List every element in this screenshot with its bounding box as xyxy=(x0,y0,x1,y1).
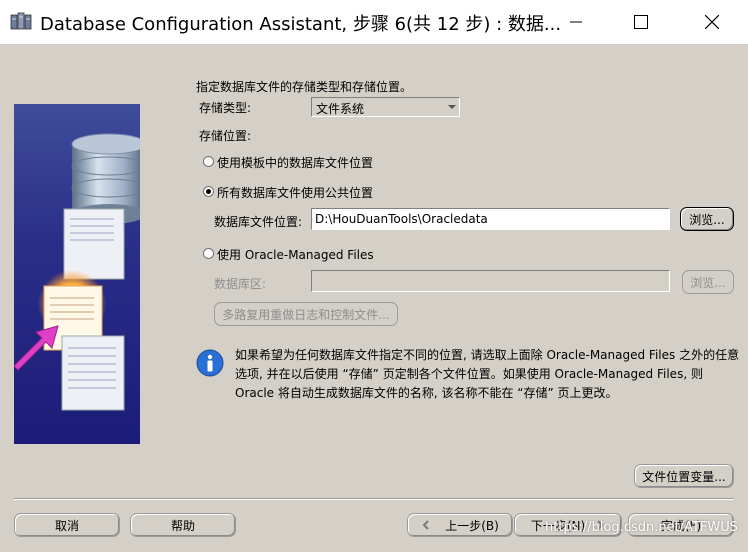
window-title: Database Configuration Assistant, 步骤 6(共… xyxy=(40,14,562,35)
wizard-illustration xyxy=(14,104,140,444)
browse-button[interactable]: 浏览... xyxy=(680,207,734,231)
radio-template-locations[interactable] xyxy=(203,156,214,167)
browse-disabled-button[interactable]: 浏览... xyxy=(682,270,734,294)
footer-separator xyxy=(14,498,734,500)
multiplex-redo-logs-button[interactable]: 多路复用重做日志和控制文件... xyxy=(214,302,398,326)
file-location-variables-button[interactable]: 文件位置变量... xyxy=(634,464,734,488)
storage-location-label: 存储位置: xyxy=(199,129,252,143)
dropdown-arrow-icon xyxy=(448,105,456,109)
db-file-location-label: 数据库文件位置: xyxy=(214,215,303,229)
option-oracle-managed-label[interactable]: 使用 Oracle-Managed Files xyxy=(217,246,374,263)
radio-selected-dot xyxy=(206,189,211,194)
info-line-1: 如果希望为任何数据库文件指定不同的位置, 请选取上面除 Oracle-Manag… xyxy=(235,348,740,362)
watermark-text: https://blog.csdn.net/ATFWUS xyxy=(545,520,738,535)
minimize-button[interactable] xyxy=(553,0,599,44)
db-area-label: 数据库区: xyxy=(214,277,267,291)
option-template-locations-label[interactable]: 使用模板中的数据库文件位置 xyxy=(217,154,373,171)
info-message: 如果希望为任何数据库文件指定不同的位置, 请选取上面除 Oracle-Manag… xyxy=(235,346,740,403)
cancel-button[interactable]: 取消 xyxy=(14,513,120,537)
info-line-3: Oracle 将自动生成数据库文件的名称, 该名称不能在 “存储” 页上更改。 xyxy=(235,386,618,400)
db-file-location-input[interactable]: D:\HouDuanTools\Oracledata xyxy=(311,208,670,230)
storage-type-label: 存储类型: xyxy=(199,101,252,115)
storage-type-value: 文件系统 xyxy=(316,102,365,116)
page-heading: 指定数据库文件的存储类型和存储位置。 xyxy=(196,80,413,94)
close-icon xyxy=(705,15,719,29)
maximize-icon xyxy=(634,15,648,29)
minimize-icon xyxy=(570,21,582,23)
option-common-location-label[interactable]: 所有数据库文件使用公共位置 xyxy=(217,184,373,201)
chevron-left-icon xyxy=(422,520,429,530)
maximize-button[interactable] xyxy=(618,0,664,44)
back-button-label: 上一步(B) xyxy=(445,518,499,533)
storage-type-select[interactable]: 文件系统 xyxy=(311,97,460,117)
info-icon xyxy=(196,349,224,377)
info-line-2: 选项, 并在以后使用 “存储” 页定制各个文件位置。如果使用 Oracle-Ma… xyxy=(235,367,703,381)
dialog-content: 指定数据库文件的存储类型和存储位置。 存储类型: 文件系统 存储位置: 使用模板… xyxy=(0,44,748,552)
database-files-illustration xyxy=(14,133,140,411)
db-area-input[interactable] xyxy=(311,270,670,292)
help-button[interactable]: 帮助 xyxy=(130,513,236,537)
close-button[interactable] xyxy=(689,0,735,44)
db-file-location-value: D:\HouDuanTools\Oracledata xyxy=(315,212,488,226)
radio-common-location[interactable] xyxy=(203,186,214,197)
back-button[interactable]: 上一步(B) xyxy=(407,513,513,537)
database-app-icon xyxy=(10,12,32,30)
radio-oracle-managed[interactable] xyxy=(203,248,214,259)
title-bar: Database Configuration Assistant, 步骤 6(共… xyxy=(0,0,748,44)
